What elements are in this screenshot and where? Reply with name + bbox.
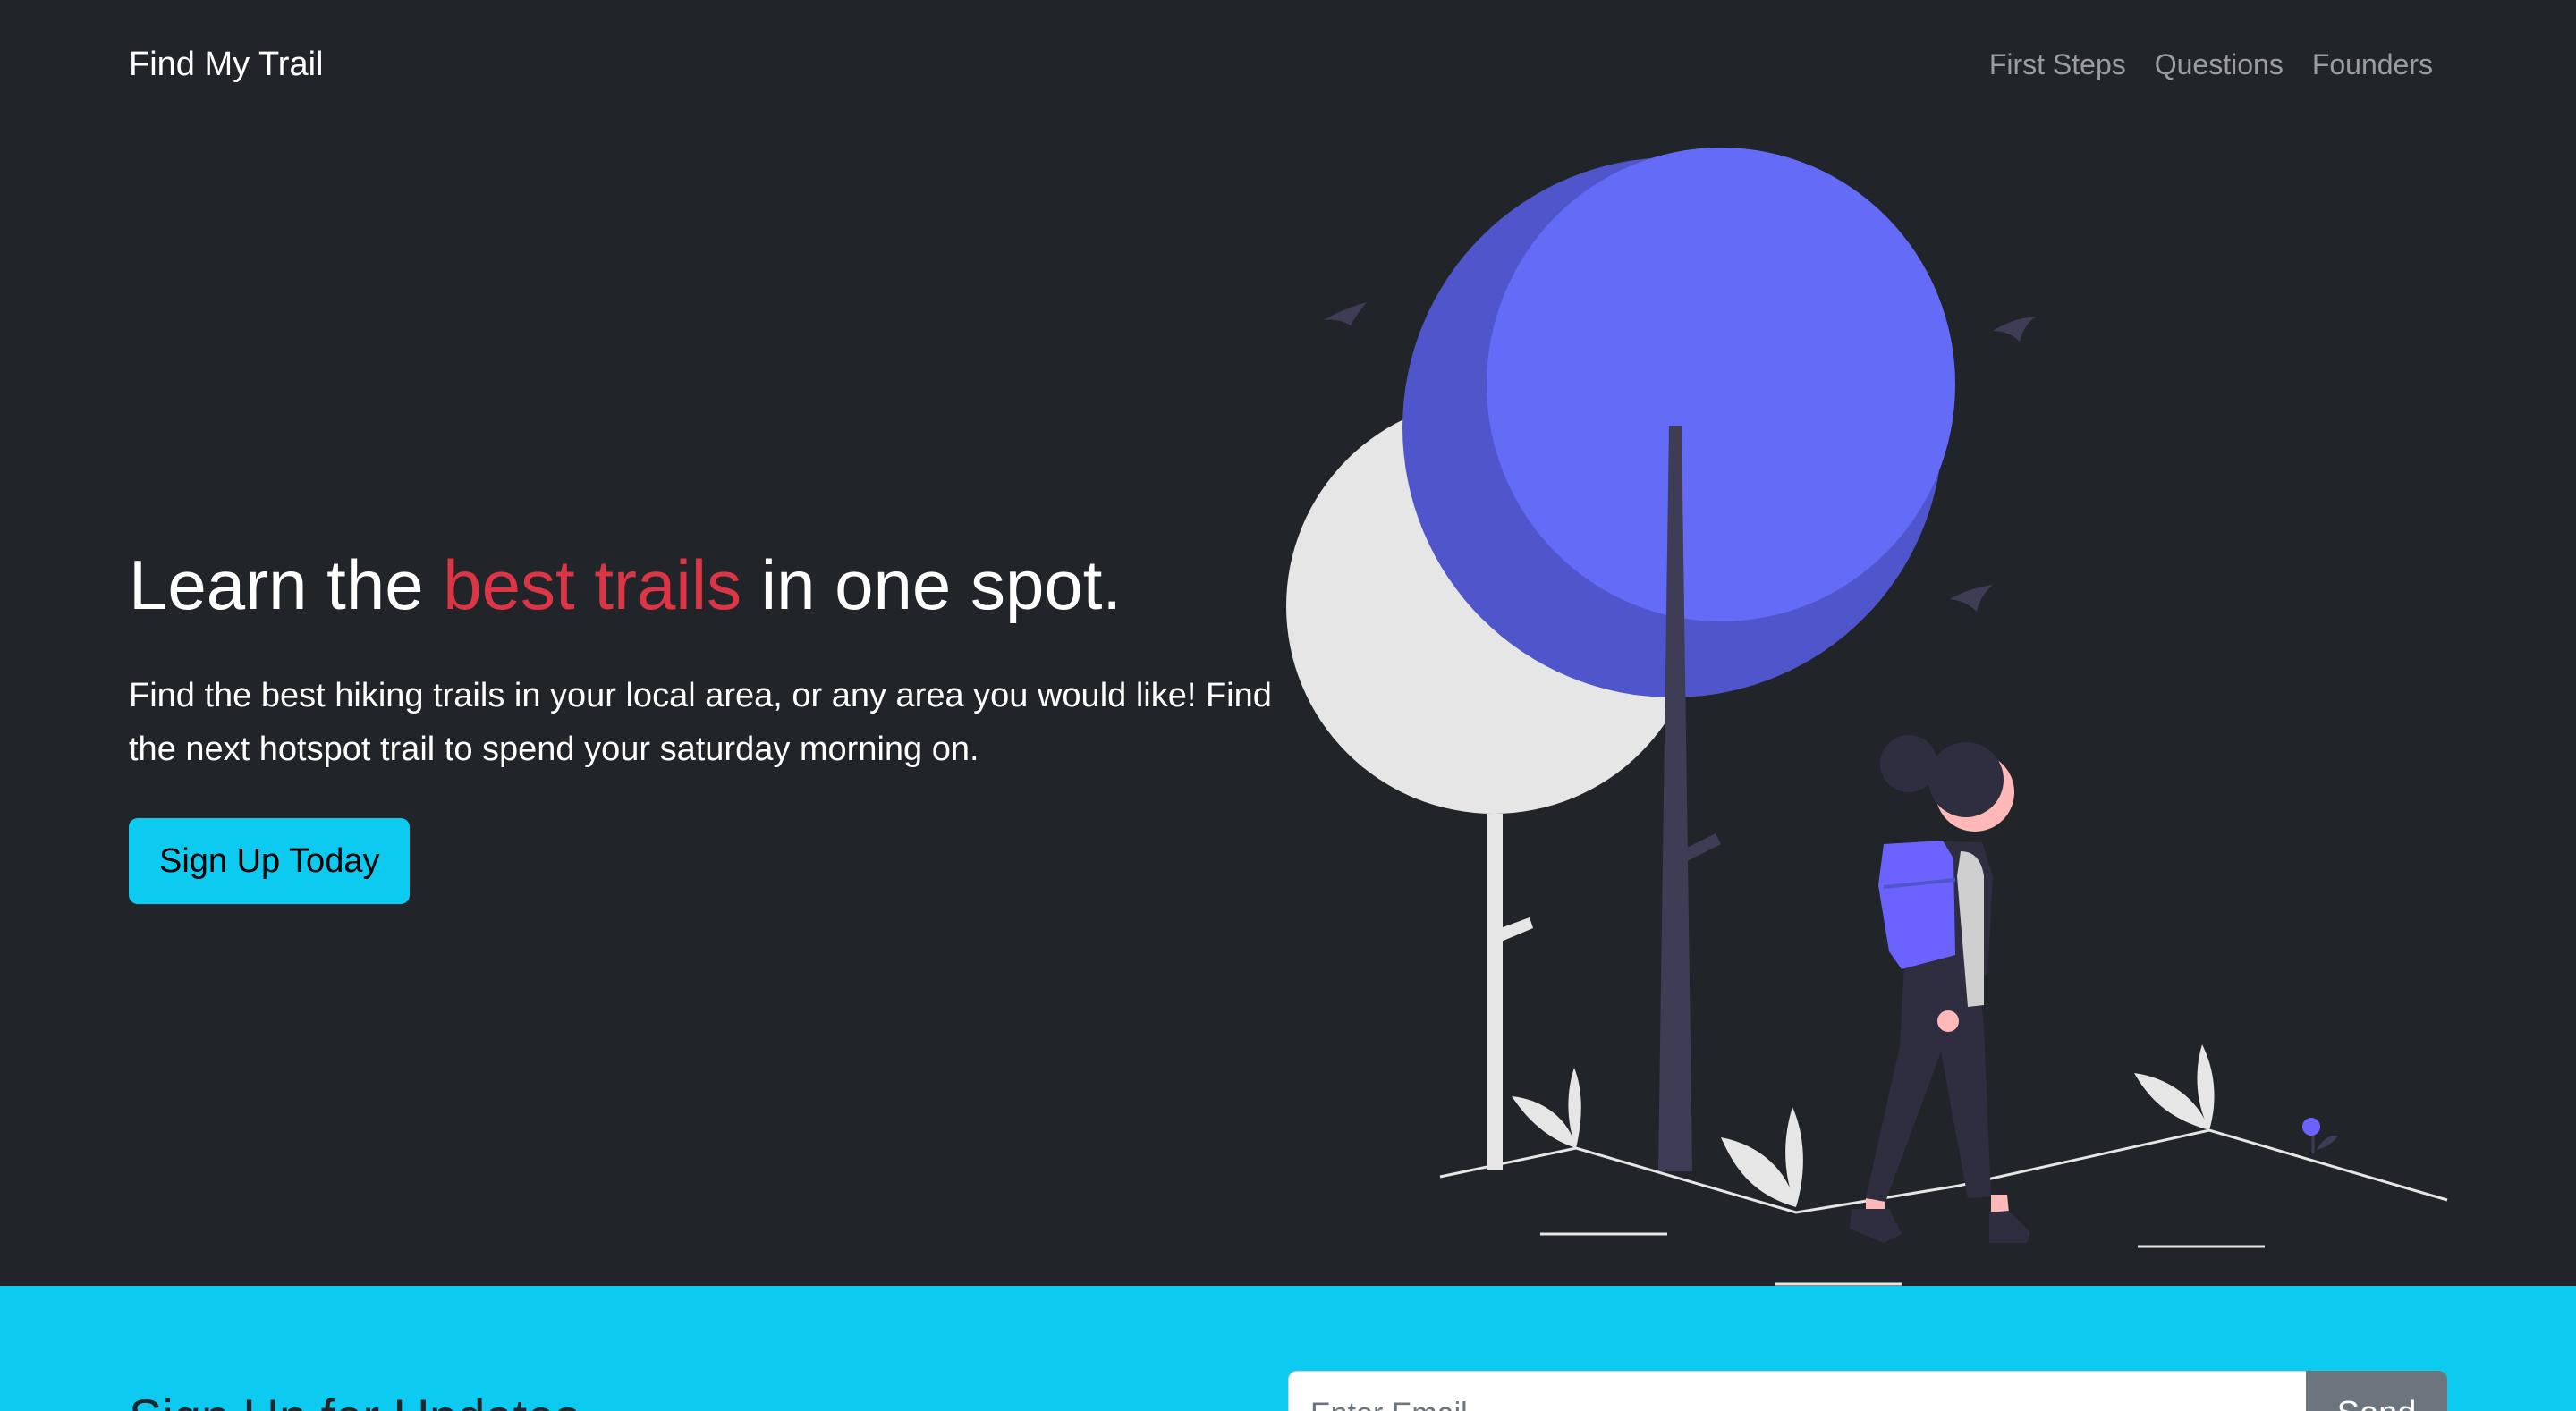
email-input[interactable] [1288,1371,2306,1411]
hero-title-start: Learn the [129,545,444,624]
brand-link[interactable]: Find My Trail [129,41,323,88]
nav-link-founders[interactable]: Founders [2312,41,2433,88]
plant-icon [1512,1044,2215,1207]
hero-section: Find My Trail First Steps Questions Foun… [0,0,2576,1286]
nav-link-questions[interactable]: Questions [2155,41,2284,88]
nav-link-first-steps[interactable]: First Steps [1989,41,2126,88]
send-button[interactable]: Send [2306,1371,2447,1411]
hiker-illustration [1286,148,2448,1286]
hero-title-end: in one spot. [741,545,1123,624]
sign-up-today-button[interactable]: Sign Up Today [129,818,411,904]
nav-links: First Steps Questions Founders [1989,41,2433,88]
signup-form: Send [1288,1371,2447,1411]
flower-icon [2302,1118,2338,1153]
signup-section: Sign Up for Updates Send [0,1286,2576,1411]
hiker-figure [1850,735,2030,1243]
signup-heading: Sign Up for Updates [129,1386,580,1411]
hero-title-accent: best trails [443,545,742,624]
navbar: Find My Trail First Steps Questions Foun… [0,0,2576,131]
hero-lead: Find the best hiking trails in your loca… [129,677,1272,768]
ground-lines [1439,1128,2448,1286]
hero-title: Learn the best trails in one spot. [129,535,1122,635]
